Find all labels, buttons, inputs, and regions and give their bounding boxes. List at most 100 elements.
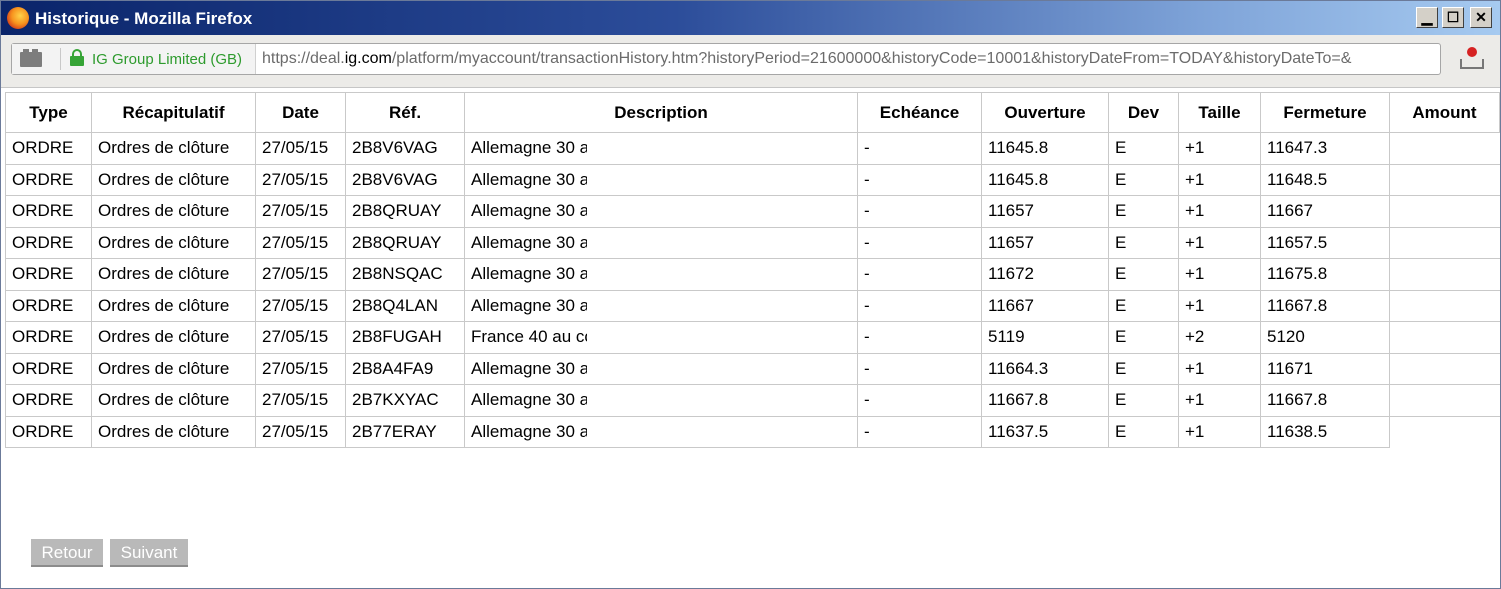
cell-size: +2: [1178, 321, 1261, 354]
cell-date: 27/05/15: [255, 352, 346, 385]
cell-expiry: -: [857, 163, 982, 196]
cell-close: 11667.8: [1260, 289, 1390, 322]
description-text: Allemagne 30 au comptant: [471, 295, 587, 315]
table-row[interactable]: ORDRE Ordres de clôture 27/05/15 2B8A4FA9 Al…: [5, 352, 1500, 385]
cell-description: Allemagne 30 au comptant: [464, 415, 858, 448]
next-page-button[interactable]: Suivant: [110, 539, 188, 567]
cell-size: +1: [1178, 384, 1261, 417]
cell-open: 11645.8: [981, 163, 1109, 196]
cell-expiry: -: [857, 195, 982, 228]
cell-date: 27/05/15: [255, 289, 346, 322]
maximize-button[interactable]: ☐: [1442, 7, 1464, 28]
cell-ref: 2B8V6VAG: [345, 132, 465, 165]
cell-expiry: -: [857, 321, 982, 354]
cell-amount: [1389, 195, 1500, 227]
cell-date: 27/05/15: [255, 415, 346, 448]
cell-description: Allemagne 30 au comptant: [464, 352, 858, 385]
cell-description: Allemagne 30 au comptant: [464, 226, 858, 259]
cell-summary: Ordres de clôture: [91, 163, 256, 196]
cell-type: ORDRE: [5, 321, 92, 354]
cell-amount: [1389, 226, 1500, 259]
header-type: Type: [5, 92, 92, 133]
previous-page-button[interactable]: Retour: [31, 539, 103, 567]
header-currency: Dev: [1108, 92, 1179, 133]
cell-ref: 2B8QRUAY: [345, 195, 465, 228]
cell-currency: E: [1108, 384, 1179, 417]
cell-type: ORDRE: [5, 352, 92, 385]
cell-summary: Ordres de clôture: [91, 352, 256, 385]
cell-summary: Ordres de clôture: [91, 195, 256, 228]
cell-summary: Ordres de clôture: [91, 132, 256, 165]
cell-description: Allemagne 30 au comptant: [464, 289, 858, 322]
table-row[interactable]: ORDRE Ordres de clôture 27/05/15 2B7KXYAC Al…: [5, 384, 1500, 417]
cell-description: Allemagne 30 au comptant: [464, 258, 858, 291]
site-identity-box[interactable]: IG Group Limited (GB): [12, 44, 256, 74]
cell-summary: Ordres de clôture: [91, 321, 256, 354]
table-row[interactable]: ORDRE Ordres de clôture 27/05/15 2B8V6VAG Al…: [5, 163, 1500, 196]
cell-currency: E: [1108, 132, 1179, 165]
cell-close: 11667: [1260, 195, 1390, 228]
minimize-button[interactable]: ▁: [1416, 7, 1438, 28]
cell-ref: 2B8V6VAG: [345, 163, 465, 196]
cell-summary: Ordres de clôture: [91, 226, 256, 259]
cell-amount: [1389, 289, 1500, 322]
table-row[interactable]: ORDRE Ordres de clôture 27/05/15 2B8FUGAH Fr…: [5, 321, 1500, 354]
url-bar[interactable]: IG Group Limited (GB) https://deal.ig.co…: [11, 43, 1441, 75]
cell-close: 11638.5: [1260, 415, 1390, 448]
cell-description: Allemagne 30 au comptant: [464, 195, 858, 228]
table-row[interactable]: ORDRE Ordres de clôture 27/05/15 2B8NSQAC Al…: [5, 258, 1500, 291]
cell-open: 11637.5: [981, 415, 1109, 448]
table-row[interactable]: ORDRE Ordres de clôture 27/05/15 2B8V6VAG Al…: [5, 132, 1500, 165]
cell-type: ORDRE: [5, 289, 92, 322]
transaction-history-table: Type Récapitulatif Date Réf. Description Eché…: [5, 92, 1500, 448]
cell-amount: [1389, 132, 1500, 164]
cell-type: ORDRE: [5, 195, 92, 228]
firefox-icon: [7, 7, 29, 29]
cell-description: France 40 au comptant: [464, 321, 858, 354]
cell-currency: E: [1108, 415, 1179, 448]
table-row[interactable]: ORDRE Ordres de clôture 27/05/15 2B77ERAY Al…: [5, 415, 1500, 448]
cell-open: 11672: [981, 258, 1109, 291]
site-identity-label: IG Group Limited (GB): [92, 51, 243, 68]
cell-open: 11645.8: [981, 132, 1109, 165]
window-title: Historique - Mozilla Firefox: [35, 9, 253, 28]
url-text[interactable]: https://deal.ig.com/platform/myaccount/t…: [262, 50, 1434, 68]
cell-close: 5120: [1260, 321, 1390, 354]
description-text: Allemagne 30 au comptant: [471, 169, 587, 189]
header-amount: Amount: [1389, 92, 1500, 133]
close-button[interactable]: ✕: [1470, 7, 1492, 28]
description-text: Allemagne 30 au comptant: [471, 201, 587, 221]
header-date: Date: [255, 92, 346, 133]
header-expiry: Echéance: [857, 92, 982, 133]
cell-close: 11657.5: [1260, 226, 1390, 259]
cell-date: 27/05/15: [255, 163, 346, 196]
cell-close: 11648.5: [1260, 163, 1390, 196]
cell-amount: [1389, 415, 1500, 448]
cell-close: 11671: [1260, 352, 1390, 385]
cell-amount: [1389, 384, 1500, 416]
cell-open: 11657: [981, 195, 1109, 228]
cell-description: Allemagne 30 au comptant: [464, 163, 858, 196]
cell-size: +1: [1178, 415, 1261, 448]
header-description: Description: [464, 92, 858, 133]
cell-open: 11664.3: [981, 352, 1109, 385]
cell-date: 27/05/15: [255, 195, 346, 228]
description-text: Allemagne 30 au comptant: [471, 138, 587, 158]
cell-size: +1: [1178, 132, 1261, 165]
table-header-row: Type Récapitulatif Date Réf. Description Eché…: [5, 92, 1500, 133]
header-close: Fermeture: [1260, 92, 1390, 133]
cell-currency: E: [1108, 226, 1179, 259]
cell-open: 11667: [981, 289, 1109, 322]
cell-date: 27/05/15: [255, 384, 346, 417]
cell-open: 11667.8: [981, 384, 1109, 417]
cell-size: +1: [1178, 352, 1261, 385]
cell-type: ORDRE: [5, 258, 92, 291]
description-text: Allemagne 30 au comptant: [471, 390, 587, 410]
table-row[interactable]: ORDRE Ordres de clôture 27/05/15 2B8QRUAY Al…: [5, 226, 1500, 259]
cell-date: 27/05/15: [255, 321, 346, 354]
cell-ref: 2B8NSQAC: [345, 258, 465, 291]
table-row[interactable]: ORDRE Ordres de clôture 27/05/15 2B8Q4LAN Al…: [5, 289, 1500, 322]
addon-record-icon[interactable]: [1460, 47, 1484, 69]
lock-icon: [70, 49, 84, 66]
table-row[interactable]: ORDRE Ordres de clôture 27/05/15 2B8QRUAY Al…: [5, 195, 1500, 228]
